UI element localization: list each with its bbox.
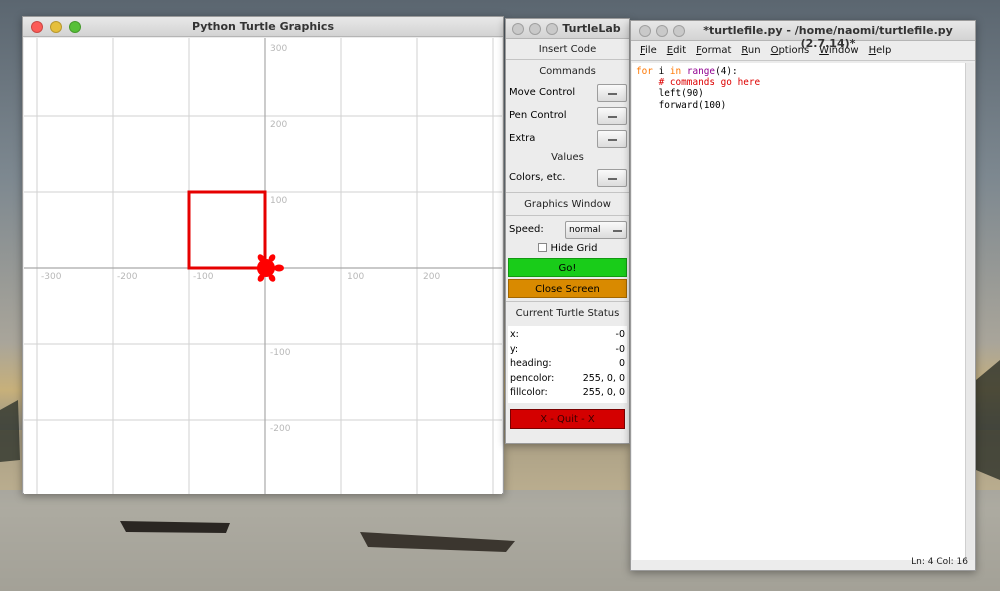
x-tick-label: 200 — [423, 272, 440, 282]
code-editor[interactable]: for i in range(4): # commands go here le… — [632, 63, 966, 560]
minimize-window-button[interactable] — [529, 23, 541, 35]
editor-scrollbar[interactable] — [965, 63, 974, 560]
y-tick-label: 200 — [270, 120, 287, 130]
extra-row: Extra — [506, 127, 629, 150]
colors-dropdown[interactable] — [597, 168, 627, 187]
close-screen-button[interactable]: Close Screen — [508, 279, 627, 298]
code-comment: # commands go here — [636, 77, 761, 89]
turtle-status-panel: x: -0 y: -0 heading: 0 pencolor: 255, 0, 0 f… — [508, 326, 627, 403]
x-value: -0 — [615, 329, 625, 340]
move-control-row: Move Control — [506, 81, 629, 104]
turtlelab-window: TurtleLab Insert Code Commands Move Cont… — [505, 18, 630, 444]
hide-grid-row[interactable]: Hide Grid — [506, 241, 629, 256]
pencolor-value: 255, 0, 0 — [582, 372, 625, 384]
turtle-icon — [252, 254, 284, 282]
minimize-window-button[interactable] — [656, 25, 668, 37]
turtle-graphics-window: Python Turtle Graphics -300 -200 -100 10… — [22, 16, 504, 494]
idle-editor-window: *turtlefile.py - /home/naomi/turtlefile.… — [630, 20, 976, 571]
editor-status: Ln: 4 Col: 16 — [911, 557, 968, 567]
move-control-dropdown[interactable] — [597, 83, 627, 102]
y-value: -0 — [615, 343, 625, 355]
heading-value: 0 — [618, 358, 625, 369]
x-tick-label: -300 — [41, 272, 62, 282]
editor-titlebar[interactable]: *turtlefile.py - /home/naomi/turtlefile.… — [631, 21, 975, 50]
fillcolor-value: 255, 0, 0 — [582, 387, 625, 398]
close-window-button[interactable] — [512, 23, 524, 35]
current-status-heading: Current Turtle Status — [515, 308, 620, 319]
insert-code-button[interactable]: Insert Code — [506, 39, 629, 60]
turtlelab-titlebar[interactable]: TurtleLab — [506, 19, 629, 39]
values-heading: Values — [551, 152, 584, 163]
speed-dropdown[interactable]: normal — [565, 220, 627, 239]
turtle-canvas[interactable]: -300 -200 -100 100 200 300 200 100 -100 … — [24, 38, 502, 494]
hide-grid-checkbox[interactable] — [537, 243, 547, 252]
y-tick-label: -100 — [270, 348, 291, 358]
hide-grid-label: Hide Grid — [550, 243, 598, 254]
code-line: forward(100) — [636, 99, 727, 111]
pencolor-label: pencolor: — [510, 372, 555, 384]
code-line: left(90) — [636, 88, 704, 100]
x-tick-label: 100 — [347, 272, 364, 282]
code-keyword: for — [636, 66, 653, 77]
speed-label: Speed: — [509, 224, 544, 235]
colors-row: Colors, etc. — [506, 166, 629, 189]
heading-label: heading: — [510, 358, 552, 369]
y-tick-label: -200 — [270, 424, 291, 434]
y-tick-label: 100 — [270, 196, 287, 206]
turtle-window-titlebar[interactable]: Python Turtle Graphics — [23, 17, 503, 37]
pen-control-label: Pen Control — [509, 110, 567, 121]
code-keyword: in — [669, 66, 682, 77]
y-tick-label: 300 — [270, 44, 287, 54]
x-tick-label: -100 — [193, 272, 214, 282]
y-label: y: — [510, 343, 519, 355]
quit-button[interactable]: X - Quit - X — [510, 408, 625, 429]
commands-heading: Commands — [539, 66, 596, 77]
move-control-label: Move Control — [509, 87, 576, 98]
menu-file[interactable]: File — [635, 45, 662, 56]
code-builtin: range — [686, 66, 716, 77]
pen-control-dropdown[interactable] — [597, 106, 627, 125]
turtle-grid-svg: -300 -200 -100 100 200 300 200 100 -100 … — [24, 38, 502, 494]
extra-label: Extra — [509, 133, 536, 144]
code-text: i — [652, 66, 670, 77]
code-text: (4): — [715, 66, 738, 77]
fillcolor-label: fillcolor: — [510, 387, 548, 398]
turtle-window-title: Python Turtle Graphics — [191, 20, 335, 33]
go-button[interactable]: Go! — [508, 258, 627, 277]
colors-label: Colors, etc. — [509, 172, 566, 183]
turtlelab-title: TurtleLab — [562, 22, 621, 35]
pen-control-row: Pen Control — [506, 104, 629, 127]
x-label: x: — [510, 329, 519, 340]
close-window-button[interactable] — [639, 25, 651, 37]
graphics-window-heading: Graphics Window — [524, 199, 611, 210]
editor-title: *turtlefile.py - /home/naomi/turtlefile.… — [703, 24, 953, 50]
speed-row: Speed: normal — [506, 218, 629, 241]
drawn-square-path — [187, 190, 267, 270]
x-tick-label: -200 — [117, 272, 138, 282]
extra-dropdown[interactable] — [597, 129, 627, 148]
